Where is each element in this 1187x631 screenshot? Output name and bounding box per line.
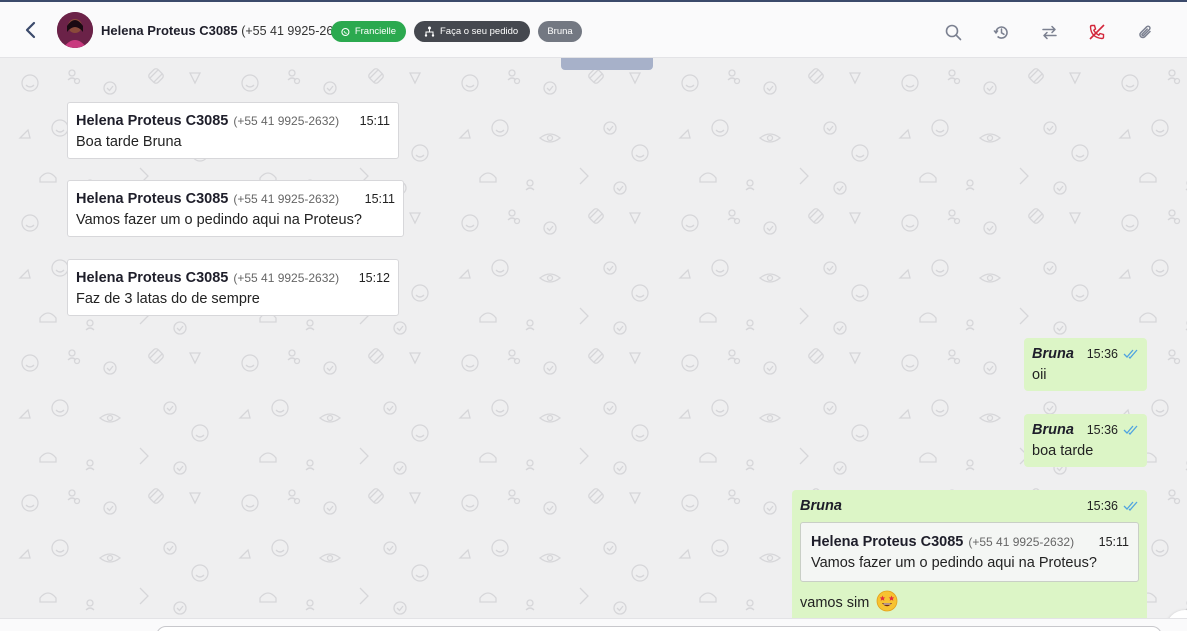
flow-chip[interactable]: Faça o seu pedido <box>414 21 530 42</box>
message-outgoing[interactable]: Bruna 15:36 Helena Proteus C3085 (+55 41… <box>792 490 1147 618</box>
message-time: 15:36 <box>1086 347 1118 361</box>
channel-chip-label: Francielle <box>354 26 396 37</box>
agent-chip[interactable]: Bruna <box>538 21 582 42</box>
message-sender: Bruna <box>800 498 842 514</box>
read-receipt-icon <box>1123 349 1139 359</box>
quoted-sender: Helena Proteus C3085 <box>811 534 964 550</box>
message-time: 15:12 <box>358 271 390 285</box>
message-sender: Helena Proteus C3085 <box>76 113 229 129</box>
message-time: 15:11 <box>364 192 395 206</box>
message-input[interactable] <box>156 626 1162 631</box>
message-sender: Helena Proteus C3085 <box>76 191 229 207</box>
composer <box>0 618 1187 631</box>
message-time: 15:11 <box>359 114 390 128</box>
whatsapp-icon <box>341 27 350 36</box>
read-receipt-icon <box>1123 425 1139 435</box>
message-text-row: vamos sim <box>800 590 1139 616</box>
history-icon <box>992 25 1008 39</box>
contact-title[interactable]: Helena Proteus C3085 (+55 41 9925-2632) <box>101 23 351 38</box>
message-time: 15:36 <box>1086 423 1118 437</box>
message-text: oii <box>1032 367 1047 383</box>
message-sender: Bruna <box>1032 346 1074 362</box>
search-button[interactable] <box>943 22 963 42</box>
message-text: Faz de 3 latas do de sempre <box>76 291 260 307</box>
agent-chip-label: Bruna <box>547 26 573 37</box>
transfer-icon <box>1041 25 1057 39</box>
quoted-sender-phone: (+55 41 9925-2632) <box>968 535 1075 549</box>
channel-chip[interactable]: Francielle <box>331 21 406 42</box>
message-sender-phone: (+55 41 9925-2632) <box>233 192 340 206</box>
quoted-time: 15:11 <box>1098 535 1129 549</box>
end-call-button[interactable] <box>1087 22 1107 42</box>
end-call-icon <box>1089 24 1105 40</box>
message-text: vamos sim <box>800 594 870 611</box>
attach-icon <box>1138 25 1151 38</box>
message-sender: Helena Proteus C3085 <box>76 270 229 286</box>
flow-chip-label: Faça o seu pedido <box>440 26 519 37</box>
avatar[interactable] <box>57 12 93 48</box>
message-sender: Bruna <box>1032 422 1074 438</box>
back-button[interactable] <box>18 18 42 42</box>
message-time: 15:36 <box>1086 499 1118 513</box>
message-text: boa tarde <box>1032 443 1094 459</box>
chat-area[interactable]: Helena Proteus C3085 (+55 41 9925-2632) … <box>0 58 1187 618</box>
transfer-button[interactable] <box>1039 22 1059 42</box>
message-text: Vamos fazer um o pedindo aqui na Proteus… <box>76 212 362 228</box>
attach-button[interactable] <box>1135 22 1155 42</box>
chevron-left-icon <box>25 21 36 39</box>
message-outgoing[interactable]: Bruna 15:36 oii <box>1024 338 1147 391</box>
flow-icon <box>424 26 435 37</box>
read-receipt-icon <box>1123 501 1139 511</box>
quoted-text: Vamos fazer um o pedindo aqui na Proteus… <box>811 555 1097 571</box>
quoted-message[interactable]: Helena Proteus C3085 (+55 41 9925-2632) … <box>800 522 1139 582</box>
star-struck-emoji <box>876 590 898 616</box>
message-text: Boa tarde Bruna <box>76 134 182 150</box>
chat-header: Helena Proteus C3085 (+55 41 9925-2632) … <box>0 0 1187 58</box>
load-more-handle[interactable] <box>561 58 653 70</box>
history-button[interactable] <box>991 22 1011 42</box>
search-icon <box>945 24 961 40</box>
message-incoming[interactable]: Helena Proteus C3085 (+55 41 9925-2632) … <box>67 180 404 237</box>
message-incoming[interactable]: Helena Proteus C3085 (+55 41 9925-2632) … <box>67 102 399 159</box>
message-incoming[interactable]: Helena Proteus C3085 (+55 41 9925-2632) … <box>67 259 399 316</box>
message-outgoing[interactable]: Bruna 15:36 boa tarde <box>1024 414 1147 467</box>
message-sender-phone: (+55 41 9925-2632) <box>233 271 340 285</box>
message-sender-phone: (+55 41 9925-2632) <box>233 114 340 128</box>
contact-name: Helena Proteus C3085 <box>101 23 238 38</box>
